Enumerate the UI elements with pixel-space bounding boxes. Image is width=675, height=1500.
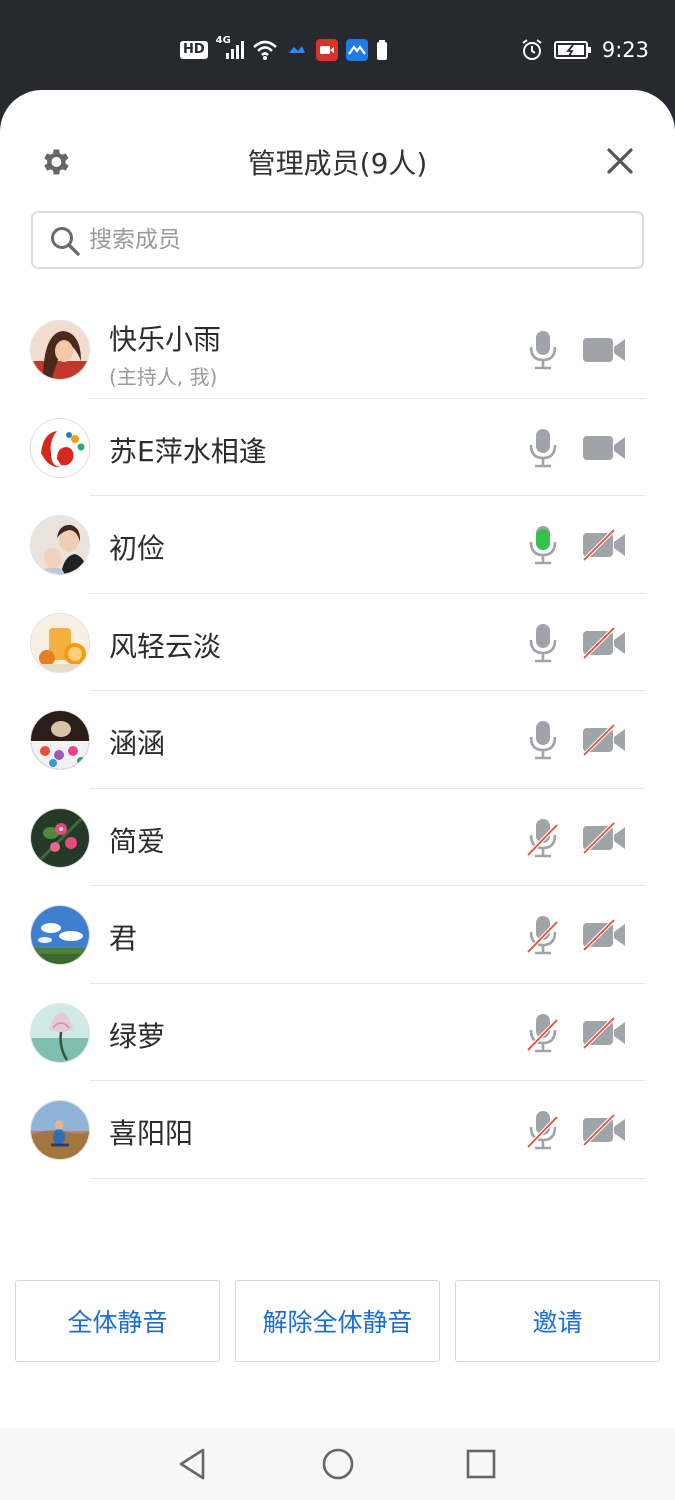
member-role: (主持人, 我) <box>109 365 218 389</box>
member-row[interactable]: 风轻云淡 <box>0 594 675 691</box>
avatar <box>30 515 90 575</box>
sheet-header: 管理成员(9人) <box>0 90 675 230</box>
avatar <box>30 612 90 673</box>
avatar <box>30 905 90 965</box>
member-row[interactable]: 君 <box>0 886 675 984</box>
hd-badge: HD <box>180 41 208 59</box>
signal-icon: 4G <box>216 35 244 61</box>
avatar <box>30 1100 90 1160</box>
camera-off-icon[interactable] <box>581 626 627 659</box>
member-name: 君 <box>109 922 138 955</box>
mic-muted-icon[interactable] <box>526 914 560 956</box>
avatar <box>30 417 90 478</box>
status-bar: HD 4G 9:23 <box>0 0 675 90</box>
member-name: 绿萝 <box>109 1019 166 1053</box>
member-row[interactable]: 涵涵 <box>0 691 675 789</box>
camera-off-icon[interactable] <box>581 821 627 854</box>
avatar <box>30 320 90 380</box>
system-nav-bar <box>0 1428 675 1500</box>
unmute-all-button[interactable]: 解除全体静音 <box>235 1280 440 1362</box>
manage-members-sheet: 管理成员(9人) 快乐小雨 (主持人, 我) <box>0 90 675 1428</box>
member-name: 喜阳阳 <box>109 1117 194 1150</box>
status-icons-right: 9:23 <box>520 36 649 64</box>
page-title: 管理成员(9人) <box>247 147 428 180</box>
member-name: 快乐小雨 <box>109 323 222 356</box>
member-row[interactable]: 简爱 <box>0 789 675 886</box>
mic-muted-icon[interactable] <box>526 1012 560 1054</box>
member-row[interactable]: 快乐小雨 (主持人, 我) <box>0 301 675 399</box>
meeting-app-small-icon <box>288 46 305 53</box>
avatar <box>30 710 90 770</box>
tencent-meeting-icon <box>345 39 368 61</box>
camera-off-icon[interactable] <box>581 1114 627 1146</box>
member-list: 快乐小雨 (主持人, 我) 苏E萍水相逢 初俭 风轻云淡 涵涵 简爱 君 绿萝 … <box>0 301 675 1179</box>
camera-off-icon[interactable] <box>581 529 627 561</box>
close-icon[interactable] <box>604 145 636 177</box>
camera-icon[interactable] <box>581 432 627 464</box>
clock: 9:23 <box>601 38 649 62</box>
invite-button[interactable]: 邀请 <box>455 1280 660 1362</box>
member-row[interactable]: 绿萝 <box>0 984 675 1081</box>
mic-speaking-icon[interactable] <box>526 524 560 566</box>
member-name: 初俭 <box>109 532 166 565</box>
recents-icon[interactable] <box>463 1446 499 1482</box>
alarm-icon <box>522 39 542 60</box>
wifi-icon <box>252 40 277 60</box>
member-row[interactable]: 苏E萍水相逢 <box>0 399 675 496</box>
member-name: 涵涵 <box>109 727 166 760</box>
member-row[interactable]: 喜阳阳 <box>0 1081 675 1179</box>
member-name: 风轻云淡 <box>109 629 222 663</box>
search-input[interactable] <box>89 213 629 267</box>
mic-muted-icon[interactable] <box>526 1109 560 1151</box>
member-row[interactable]: 初俭 <box>0 496 675 594</box>
camera-off-icon[interactable] <box>581 919 627 951</box>
mic-muted-icon[interactable] <box>526 817 560 859</box>
video-app-icon <box>315 39 338 61</box>
action-bar: 全体静音 解除全体静音 邀请 <box>15 1280 660 1362</box>
home-icon[interactable] <box>320 1446 356 1482</box>
status-icons-left: HD 4G <box>180 35 388 64</box>
mic-icon[interactable] <box>526 329 560 371</box>
member-name: 苏E萍水相逢 <box>109 434 267 468</box>
battery-icon <box>553 41 591 59</box>
member-name: 简爱 <box>109 824 166 858</box>
avatar <box>30 807 90 868</box>
mic-icon[interactable] <box>526 719 560 761</box>
search-box[interactable] <box>31 211 644 269</box>
search-icon <box>51 227 80 256</box>
camera-icon[interactable] <box>581 334 627 366</box>
back-icon[interactable] <box>175 1446 211 1482</box>
row-divider <box>90 1177 645 1179</box>
camera-off-icon[interactable] <box>581 724 627 756</box>
mic-icon[interactable] <box>526 622 560 664</box>
battery-small-icon <box>376 40 387 60</box>
camera-off-icon[interactable] <box>581 1016 627 1049</box>
mute-all-button[interactable]: 全体静音 <box>15 1280 220 1362</box>
mic-icon[interactable] <box>526 427 560 469</box>
avatar <box>30 1002 90 1063</box>
